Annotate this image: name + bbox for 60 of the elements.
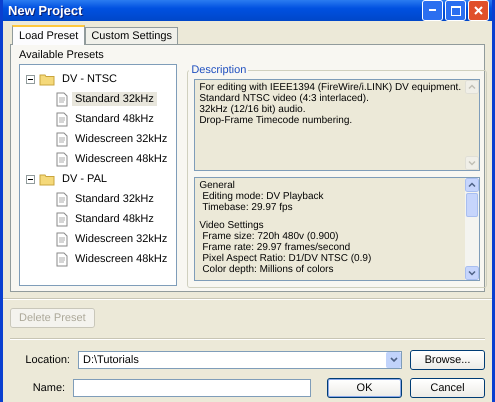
document-icon [56,192,68,206]
maximize-button[interactable] [445,0,466,21]
location-label: Location: [24,354,70,366]
document-icon [56,132,68,146]
document-icon [56,92,68,106]
document-icon [56,232,68,246]
ok-button[interactable]: OK [327,378,402,398]
scroll-up-icon[interactable] [465,178,480,192]
description-line: Standard NTSC video (4:3 interlaced). [199,93,370,104]
detail-line: Frame rate: 29.97 frames/second [201,242,352,253]
cancel-button[interactable]: Cancel [410,378,485,398]
group-label: Description [189,64,248,76]
tab[interactable]: Load Preset [12,25,86,45]
dropdown-button[interactable] [386,352,401,368]
detail-line: Color depth: Millions of colors [201,264,334,275]
folder-icon [39,172,55,186]
collapse-icon[interactable] [26,174,35,184]
presets-label: Available Presets [19,49,105,61]
location-combobox[interactable]: D:\Tutorials [78,351,402,369]
description-line: For editing with IEEE1394 (FireWire/i.LINK) DV equipment. [199,82,462,93]
minimize-button[interactable] [422,0,443,21]
location-field[interactable]: D:\Tutorials [79,354,386,366]
tree-item[interactable]: Standard 48kHz [72,112,157,126]
document-icon [56,252,68,266]
name-field[interactable] [73,379,311,397]
description-line: Drop-Frame Timecode numbering. [199,115,354,126]
section-heading: Video Settings [199,220,265,231]
browse-button[interactable]: Browse... [410,350,485,370]
document-icon [56,152,68,166]
tree-item[interactable]: Widescreen 32kHz [72,232,170,246]
section-heading: General [199,180,236,191]
document-icon [56,212,68,226]
collapse-icon[interactable] [26,74,35,84]
name-label: Name: [32,382,66,394]
tree-item[interactable]: Widescreen 48kHz [72,252,170,266]
tree-item[interactable]: Standard 32kHz [72,92,157,106]
scroll-down-icon[interactable] [465,156,480,170]
document-icon [56,112,68,126]
chevron-down-icon [390,357,398,363]
window-title: New Project [8,3,84,18]
scroll-down-icon[interactable] [465,266,480,280]
folder-icon [39,72,55,86]
tree-folder[interactable]: DV - NTSC [59,72,120,86]
tree-item[interactable]: Widescreen 32kHz [72,132,170,146]
minimize-icon [428,9,436,12]
tab[interactable]: Custom Settings [85,27,178,45]
detail-line: Pixel Aspect Ratio: D1/DV NTSC (0.9) [201,253,372,264]
detail-line: Timebase: 29.97 fps [201,202,294,213]
tree-item[interactable]: Standard 32kHz [72,192,157,206]
close-icon [474,6,483,15]
scroll-thumb[interactable] [466,193,478,217]
tree-item[interactable]: Standard 48kHz [72,212,157,226]
scroll-up-icon[interactable] [465,80,480,94]
tree-folder[interactable]: DV - PAL [59,172,110,186]
close-button[interactable] [468,0,489,21]
maximize-icon [450,6,460,16]
detail-line: Frame size: 720h 480v (0.900) [201,231,340,242]
tree-item[interactable]: Widescreen 48kHz [72,152,170,166]
description-line: 32kHz (12/16 bit) audio. [199,104,306,115]
detail-line: Editing mode: DV Playback [201,191,324,202]
